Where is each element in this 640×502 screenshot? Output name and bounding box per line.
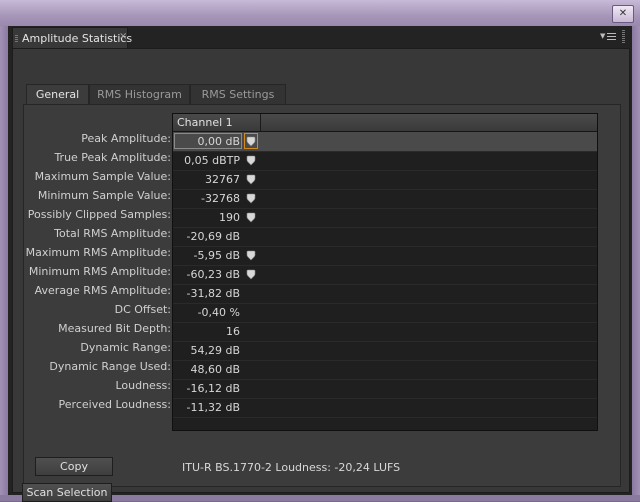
os-frame-left bbox=[0, 26, 8, 501]
stat-label: Minimum Sample Value: bbox=[37, 189, 171, 202]
panel-close-icon[interactable]: × bbox=[119, 31, 127, 42]
itu-loudness-text: ITU-R BS.1770-2 Loudness: -20,24 LUFS bbox=[182, 461, 401, 474]
amplitude-statistics-panel: General RMS Histogram RMS Settings Peak … bbox=[12, 48, 630, 502]
stat-label: Perceived Loudness: bbox=[58, 398, 171, 411]
window-close-button[interactable]: ✕ bbox=[612, 5, 634, 23]
os-titlebar[interactable] bbox=[0, 0, 640, 26]
stat-value: -31,82 dB bbox=[186, 287, 241, 300]
table-row[interactable]: 48,60 dB bbox=[173, 360, 597, 380]
app-area: Amplitude Statistics × ▼ General RMS His… bbox=[8, 26, 632, 502]
stat-label: Possibly Clipped Samples: bbox=[27, 208, 171, 221]
stat-label: Peak Amplitude: bbox=[81, 132, 171, 145]
locate-marker-icon[interactable] bbox=[246, 155, 256, 167]
stat-label: Dynamic Range Used: bbox=[49, 360, 171, 373]
stat-value: -5,95 dB bbox=[193, 249, 241, 262]
stat-value: 0,00 dB bbox=[197, 135, 240, 148]
stat-label: Total RMS Amplitude: bbox=[54, 227, 171, 240]
stat-label: True Peak Amplitude: bbox=[54, 151, 171, 164]
panel-title: Amplitude Statistics bbox=[22, 32, 133, 45]
stat-value: 0,05 dBTP bbox=[184, 154, 240, 167]
stat-value: -16,12 dB bbox=[186, 382, 241, 395]
tab-rms-settings[interactable]: RMS Settings bbox=[190, 84, 286, 105]
table-row[interactable]: 0,00 dB bbox=[173, 132, 597, 152]
stat-value: -20,69 dB bbox=[186, 230, 241, 243]
table-row[interactable]: -32768 bbox=[173, 189, 597, 209]
general-tab-content: Peak Amplitude: True Peak Amplitude: Maxim… bbox=[23, 104, 621, 487]
table-row[interactable]: -60,23 dB bbox=[173, 265, 597, 285]
stat-value: 48,60 dB bbox=[190, 363, 240, 376]
copy-button[interactable]: Copy bbox=[35, 457, 113, 476]
table-row[interactable]: 16 bbox=[173, 322, 597, 342]
panel-menu-icon[interactable]: ▼ bbox=[600, 32, 620, 44]
table-row[interactable]: -16,12 dB bbox=[173, 379, 597, 399]
table-row[interactable]: 54,29 dB bbox=[173, 341, 597, 361]
locate-marker-icon[interactable] bbox=[246, 212, 256, 224]
locate-marker-icon[interactable] bbox=[246, 193, 256, 205]
table-row[interactable]: -31,82 dB bbox=[173, 284, 597, 304]
locate-marker-icon[interactable] bbox=[246, 269, 256, 281]
stat-label: Loudness: bbox=[115, 379, 171, 392]
channel-table: Channel 1 0,00 dB 0,05 dBTP 32767 -32768 190… bbox=[172, 113, 598, 431]
table-row[interactable]: 32767 bbox=[173, 170, 597, 190]
table-row[interactable]: 190 bbox=[173, 208, 597, 228]
tab-general[interactable]: General bbox=[26, 84, 89, 106]
stat-label: Maximum RMS Amplitude: bbox=[25, 246, 171, 259]
stat-label: Dynamic Range: bbox=[80, 341, 171, 354]
scan-selection-button[interactable]: Scan Selection bbox=[22, 483, 112, 502]
table-row[interactable]: -0,40 % bbox=[173, 303, 597, 323]
stat-value: 32767 bbox=[205, 173, 240, 186]
stat-value: 16 bbox=[226, 325, 240, 338]
stat-value: 54,29 dB bbox=[190, 344, 240, 357]
stat-label: Average RMS Amplitude: bbox=[34, 284, 171, 297]
stat-value: 190 bbox=[219, 211, 240, 224]
stat-value: -32768 bbox=[201, 192, 240, 205]
column-header-channel-1[interactable]: Channel 1 bbox=[177, 116, 233, 129]
table-header: Channel 1 bbox=[173, 114, 597, 132]
locate-marker-icon[interactable] bbox=[246, 174, 256, 186]
panel-tab[interactable]: Amplitude Statistics × bbox=[12, 27, 132, 48]
stat-label: DC Offset: bbox=[114, 303, 171, 316]
table-row[interactable]: -11,32 dB bbox=[173, 398, 597, 418]
panel-grip-icon[interactable] bbox=[622, 30, 625, 44]
stat-value: -11,32 dB bbox=[186, 401, 241, 414]
tab-rms-histogram[interactable]: RMS Histogram bbox=[89, 84, 190, 105]
stat-value: -0,40 % bbox=[197, 306, 240, 319]
table-row[interactable]: 0,05 dBTP bbox=[173, 151, 597, 171]
stat-label: Measured Bit Depth: bbox=[58, 322, 171, 335]
stat-value: -60,23 dB bbox=[186, 268, 241, 281]
table-row[interactable]: -20,69 dB bbox=[173, 227, 597, 247]
stat-label: Minimum RMS Amplitude: bbox=[28, 265, 171, 278]
locate-marker-icon[interactable] bbox=[246, 136, 256, 148]
table-row[interactable]: -5,95 dB bbox=[173, 246, 597, 266]
stat-label: Maximum Sample Value: bbox=[34, 170, 171, 183]
os-frame-right bbox=[632, 26, 640, 501]
locate-marker-icon[interactable] bbox=[246, 250, 256, 262]
